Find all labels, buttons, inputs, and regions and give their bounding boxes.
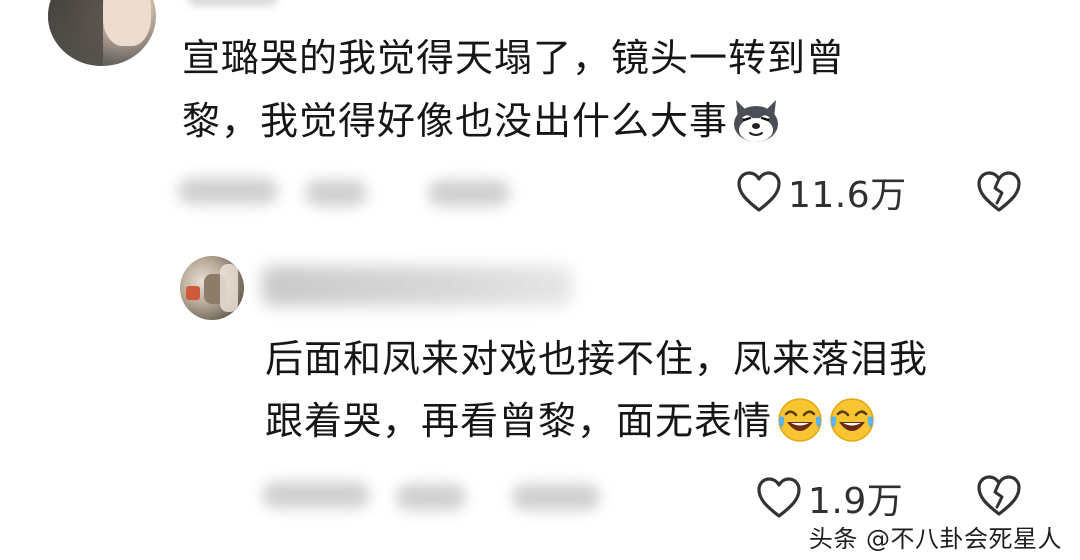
comment-text-line: 跟着哭，再看曾黎，面无表情: [265, 392, 876, 451]
blurred-reply-button[interactable]: [428, 180, 510, 206]
avatar-detail: [220, 264, 238, 312]
comment-text-line: 宣璐哭的我觉得天塌了，镜头一转到曾: [182, 36, 846, 80]
comment-text-span: 黎，我觉得好像也没出什么大事: [182, 99, 729, 143]
blurred-reply-button[interactable]: [512, 484, 600, 510]
blurred-location: [396, 484, 466, 510]
avatar-detail: [186, 286, 200, 300]
avatar[interactable]: [48, 0, 156, 66]
blurred-username: [262, 266, 572, 306]
blurred-username: [188, 0, 278, 6]
heart-icon: [736, 170, 782, 214]
comment-text-span: 跟着哭，再看曾黎，面无表情: [265, 399, 773, 443]
like-button[interactable]: 1.9万: [756, 472, 903, 524]
blurred-timestamp: [178, 178, 278, 204]
dog-face-emoji-icon: [730, 96, 782, 144]
comment-text-line: 黎，我觉得好像也没出什么大事: [182, 92, 782, 151]
like-count: 11.6万: [788, 175, 907, 216]
heart-icon: [756, 476, 802, 520]
like-button[interactable]: 11.6万: [736, 166, 907, 218]
rolling-laughing-emoji-icon: [828, 396, 876, 444]
comment-text-line: 后面和凤来对戏也接不住，凤来落泪我: [265, 337, 929, 381]
avatar[interactable]: [180, 256, 244, 320]
broken-heart-icon[interactable]: [976, 170, 1022, 214]
avatar-hair: [48, 0, 103, 66]
rolling-laughing-emoji-icon: [776, 396, 824, 444]
blurred-timestamp: [262, 482, 370, 508]
blurred-location: [305, 180, 367, 206]
watermark-text: 头条 @不八卦会死星人: [808, 525, 1062, 553]
comment-thread: 宣璐哭的我觉得天塌了，镜头一转到曾 黎，我觉得好像也没出什么大事 11.6万 后…: [0, 0, 1080, 560]
broken-heart-icon[interactable]: [976, 474, 1022, 518]
avatar-face: [103, 0, 151, 46]
like-count: 1.9万: [808, 481, 904, 522]
